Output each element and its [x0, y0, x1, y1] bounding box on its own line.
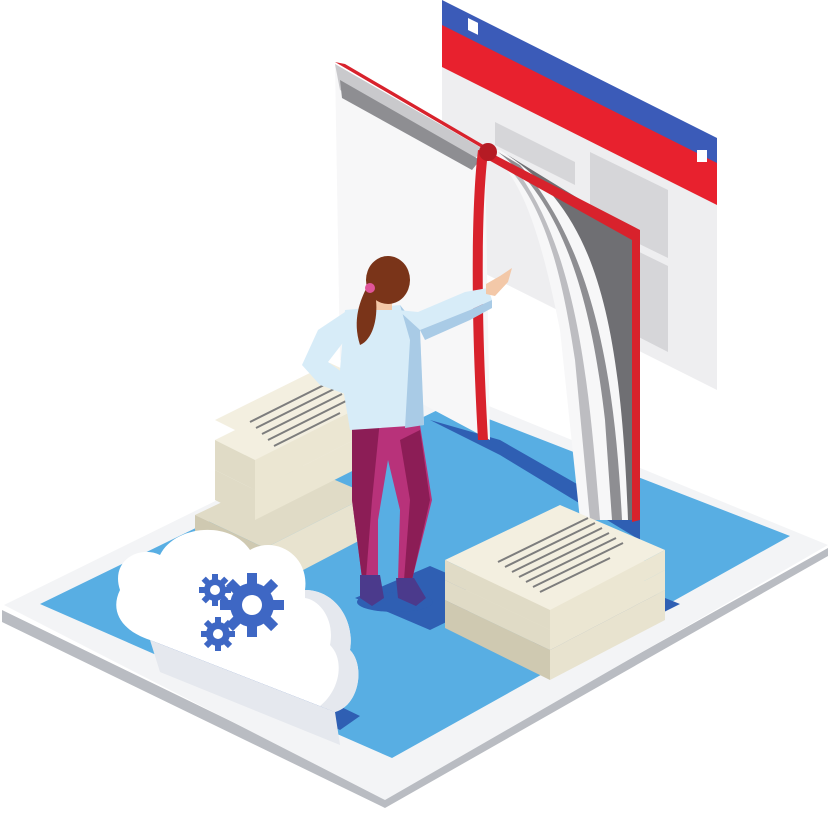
illustration-canvas [2, 0, 828, 808]
illustration-scene [0, 0, 828, 823]
